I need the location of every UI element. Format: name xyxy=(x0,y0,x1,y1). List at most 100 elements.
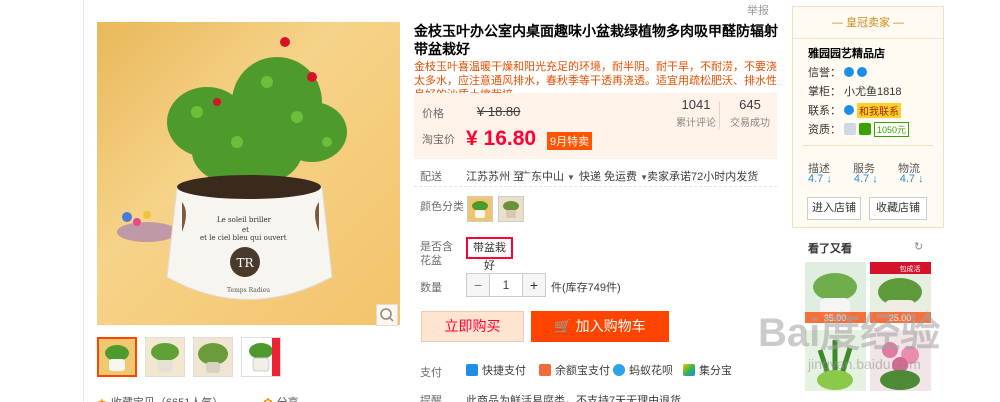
share-link[interactable]: ✿ 分享 xyxy=(263,394,298,402)
stock-info: 件(库存749件) xyxy=(551,282,621,294)
quantity-decrease-button[interactable]: − xyxy=(467,274,489,296)
delivery-from: 江苏苏州 至 xyxy=(466,171,525,183)
score-values: 4.7 ↓ 4.7 ↓ 4.7 ↓ xyxy=(808,173,924,185)
add-to-cart-label: 加入购物车 xyxy=(575,318,646,334)
pot-text-3: et le ciel bleu qui ouvert xyxy=(200,234,287,242)
destination-label: 广东中山 xyxy=(520,171,564,183)
deposit-amount: 1050元 xyxy=(874,121,910,137)
contact-button[interactable]: 和我联系 xyxy=(857,102,901,118)
keeper-label: 掌柜： xyxy=(808,86,841,98)
score-desc: 4.7 ↓ xyxy=(808,173,832,185)
thumbnail-4[interactable] xyxy=(241,337,281,377)
stat-divider xyxy=(719,101,720,129)
promo-badge: 9月特卖 xyxy=(547,132,593,150)
cart-icon: 🛒 xyxy=(554,318,576,334)
reminder-label: 提醒 xyxy=(420,395,442,402)
thumbnail-strip xyxy=(97,337,281,377)
reviews-label: 累计评论 xyxy=(676,118,716,129)
potted-plant-illustration: TR Le soleil briller et et le ciel bleu … xyxy=(117,37,347,300)
contact-label: 联系： xyxy=(808,105,841,117)
seller-badge: — 皇冠卖家 — xyxy=(793,7,943,39)
payment-method-label: 余额宝支付 xyxy=(555,365,610,377)
shipping-promise: 卖家承诺72小时内发货 xyxy=(647,171,759,183)
payment-label: 支付 xyxy=(420,367,442,379)
cert-label: 资质： xyxy=(808,124,841,136)
pot-text-1: Le soleil briller xyxy=(217,216,272,224)
sales-stat: 645 交易成功 xyxy=(730,97,770,129)
product-title: 金枝玉叶办公室内桌面趣味小盆栽绿植物多肉吸甲醛防辐射带盆栽好 xyxy=(414,23,778,57)
deposit-icon xyxy=(859,123,871,135)
add-to-cart-button[interactable]: 🛒 加入购物车 xyxy=(531,311,669,342)
diamond-icon xyxy=(844,67,854,77)
refresh-icon[interactable]: ↻ xyxy=(914,240,923,253)
share-icon: ✿ xyxy=(263,396,272,402)
sales-count: 645 xyxy=(739,97,761,112)
thumbnail-2[interactable] xyxy=(145,337,185,377)
payment-method-label: 快捷支付 xyxy=(482,365,526,377)
payment-method-quick: 快捷支付 xyxy=(466,362,526,378)
pot-text-2: et xyxy=(242,226,249,234)
divider xyxy=(414,186,777,187)
watermark-logo: Bai度经验 xyxy=(758,311,941,355)
buy-now-button[interactable]: 立即购买 xyxy=(421,311,524,342)
thumbnail-1[interactable] xyxy=(97,337,137,377)
svg-text:TR: TR xyxy=(236,256,254,270)
keeper-name[interactable]: 小尤鱼1818 xyxy=(844,83,901,99)
jifenbao-icon xyxy=(683,364,695,376)
quantity-input[interactable]: 1 xyxy=(489,274,523,296)
diamond-icon xyxy=(857,67,867,77)
promo-price: ¥ 16.80 xyxy=(466,127,537,150)
score-service: 4.7 ↓ xyxy=(853,173,878,185)
favorite-shop-button[interactable]: 收藏店铺 xyxy=(869,197,927,220)
color-swatch-1[interactable] xyxy=(467,196,493,222)
zoom-icon[interactable] xyxy=(376,304,398,326)
pot-brand: Temps Radieu xyxy=(227,287,270,294)
quick-pay-icon xyxy=(466,364,478,376)
color-swatch-2[interactable] xyxy=(498,196,524,222)
shipping-fee[interactable]: 快递 免运费 ▼ xyxy=(579,168,648,184)
payment-method-label: 集分宝 xyxy=(699,365,732,377)
payment-method-yuebao: 余额宝支付 xyxy=(539,362,610,378)
seller-divider xyxy=(803,145,933,146)
star-icon: ★ xyxy=(97,396,107,402)
delivery-label: 配送 xyxy=(420,171,442,183)
reviews-stat[interactable]: 1041 累计评论 xyxy=(676,97,716,129)
pot-option-label: 是否含花盆 xyxy=(420,241,453,267)
product-main-image[interactable]: TR Le soleil briller et et le ciel bleu … xyxy=(97,22,400,325)
seller-badge-label: 皇冠卖家 xyxy=(846,17,890,29)
seller-keeper: 掌柜： 小尤鱼1818 xyxy=(808,83,901,99)
shipping-label: 快递 免运费 xyxy=(579,171,638,183)
color-label: 颜色分类 xyxy=(420,201,464,213)
report-link[interactable]: 举报 xyxy=(747,2,769,18)
recommend-tag-2: 包成活 xyxy=(900,264,921,273)
reminder-text: 此商品为鲜活易腐类，不支持7天无理由退货 xyxy=(466,395,682,402)
seller-credit: 信誉： xyxy=(808,64,867,80)
payment-method-jifenbao: 集分宝 xyxy=(683,362,732,378)
thumbnail-3[interactable] xyxy=(193,337,233,377)
enter-shop-button[interactable]: 进入店铺 xyxy=(807,197,861,220)
quantity-increase-button[interactable]: + xyxy=(523,274,545,296)
seller-cert: 资质： 1050元 xyxy=(808,121,910,137)
gallery-actions: ★ 收藏宝贝（6651人气） ✿ 分享 xyxy=(97,394,299,402)
payment-method-label: 蚂蚁花呗 xyxy=(629,365,673,377)
cert-icon[interactable] xyxy=(844,123,856,135)
delivery-destination[interactable]: 广东中山 ▼ xyxy=(520,168,575,184)
price-panel: 价格 ¥ 18.80 淘宝价 ¥ 16.80 9月特卖 1041 累计评论 64… xyxy=(414,93,777,159)
quantity-stepper: − 1 + xyxy=(466,273,546,297)
promo-price-label: 淘宝价 xyxy=(422,134,455,146)
shop-name[interactable]: 雅园园艺精品店 xyxy=(808,45,885,61)
yuebao-icon xyxy=(539,364,551,376)
original-price: ¥ 18.80 xyxy=(477,104,521,119)
payment-method-huabei: 蚂蚁花呗 xyxy=(613,362,673,378)
share-label: 分享 xyxy=(277,394,299,402)
price-label: 价格 xyxy=(422,108,444,120)
favorite-link[interactable]: ★ 收藏宝贝（6651人气） xyxy=(97,394,223,402)
wangwang-icon xyxy=(844,105,854,115)
score-logistics: 4.7 ↓ xyxy=(899,173,924,185)
chevron-down-icon: ▼ xyxy=(567,173,575,182)
pot-option-selected[interactable]: 带盆栽好 xyxy=(466,237,513,272)
favorite-label: 收藏宝贝（6651人气） xyxy=(111,394,223,402)
seller-panel: — 皇冠卖家 — 雅园园艺精品店 信誉： 掌柜： 小尤鱼1818 联系： 和我联系 … xyxy=(792,6,944,228)
huabei-icon xyxy=(613,364,625,376)
credit-label: 信誉： xyxy=(808,67,841,79)
